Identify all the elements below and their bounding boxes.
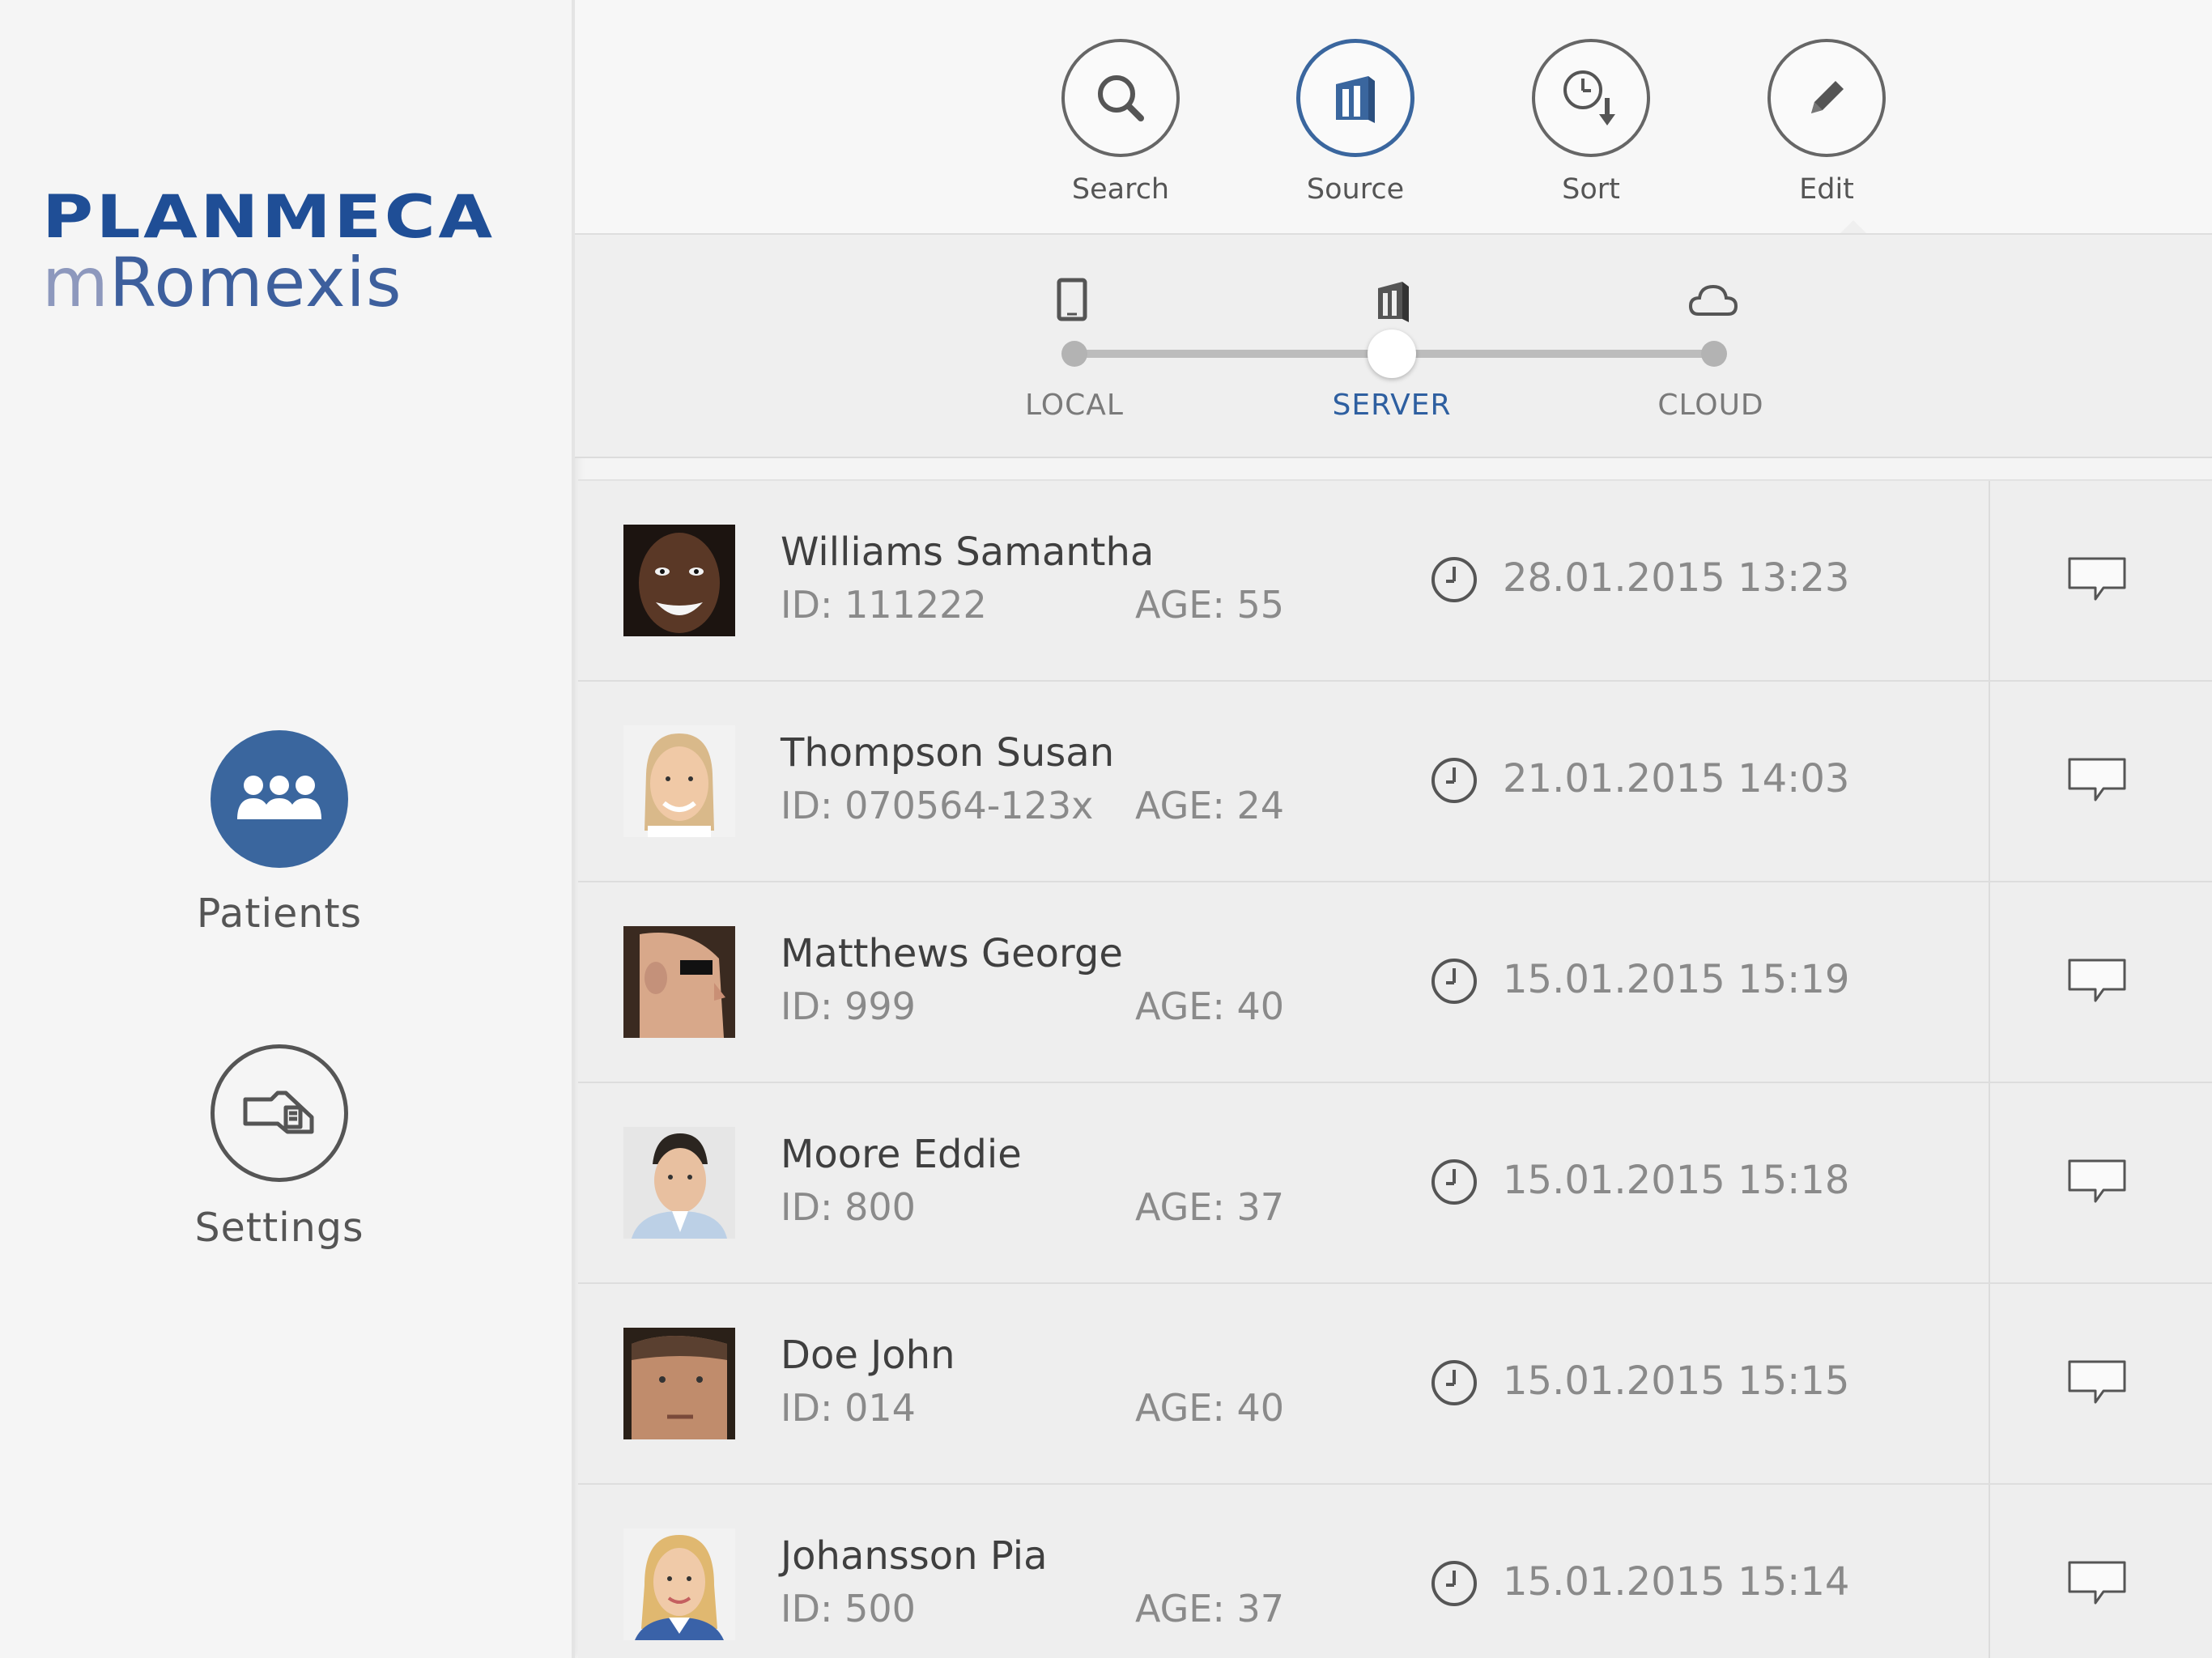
sort-button[interactable]: Sort xyxy=(1510,39,1672,206)
server-icon xyxy=(1375,277,1412,325)
logo-product-prefix: m xyxy=(42,243,109,322)
clock-icon xyxy=(1430,756,1478,808)
tool-label: Source xyxy=(1306,173,1405,206)
patient-name: Doe John xyxy=(781,1333,955,1378)
patient-id: ID: 800 xyxy=(781,1185,916,1229)
table-row[interactable]: Doe John ID: 014 AGE: 40 15.01.2015 15:1… xyxy=(578,1282,2212,1483)
sidebar-item-label: Patients xyxy=(196,891,363,937)
patient-age: AGE: 40 xyxy=(1135,1386,1285,1430)
table-row[interactable]: Williams Samantha ID: 111222 AGE: 55 28.… xyxy=(578,479,2212,680)
comment-icon[interactable] xyxy=(2066,1358,2128,1410)
source-option-cloud[interactable]: CLOUD xyxy=(1622,389,1800,422)
row-divider xyxy=(1989,882,1990,1082)
tool-label: Sort xyxy=(1562,173,1620,206)
table-row[interactable]: Thompson Susan ID: 070564-123x AGE: 24 2… xyxy=(578,680,2212,881)
source-slider-thumb[interactable] xyxy=(1368,329,1416,378)
avatar xyxy=(623,926,735,1038)
row-divider xyxy=(1989,1284,1990,1483)
patient-age: AGE: 40 xyxy=(1135,984,1285,1028)
patient-id: ID: 500 xyxy=(781,1587,916,1630)
row-divider xyxy=(1989,481,1990,680)
tool-label: Search xyxy=(1071,173,1170,206)
comment-icon[interactable] xyxy=(2066,1158,2128,1209)
logo-product: mRomexis xyxy=(42,249,426,317)
tablet-icon xyxy=(1056,277,1088,325)
app-window: PLANMECA mRomexis Patients Settings Sear… xyxy=(0,0,2212,1658)
row-divider xyxy=(1989,1083,1990,1282)
last-modified-date: 28.01.2015 13:23 xyxy=(1503,555,1850,601)
patient-id: ID: 111222 xyxy=(781,583,987,627)
row-divider xyxy=(1989,1485,1990,1658)
avatar xyxy=(623,1127,735,1239)
patient-list: Williams Samantha ID: 111222 AGE: 55 28.… xyxy=(578,479,2212,1658)
last-modified-date: 15.01.2015 15:18 xyxy=(1503,1158,1850,1203)
avatar xyxy=(623,725,735,837)
sidebar-item-label: Settings xyxy=(194,1205,364,1251)
planmeca-logo: PLANMECA mRomexis xyxy=(42,188,492,317)
tool-label: Edit xyxy=(1799,173,1854,206)
patient-name: Williams Samantha xyxy=(781,529,1155,575)
avatar xyxy=(623,525,735,636)
sort-clock-icon[interactable] xyxy=(1532,39,1650,157)
slider-stop-cloud[interactable] xyxy=(1701,341,1727,367)
slider-stop-local[interactable] xyxy=(1061,341,1087,367)
clock-icon xyxy=(1430,555,1478,607)
clock-icon xyxy=(1430,957,1478,1009)
sidebar-item-settings[interactable]: Settings xyxy=(0,1044,559,1251)
server-icon[interactable] xyxy=(1296,39,1414,157)
patient-age: AGE: 24 xyxy=(1135,784,1285,827)
sidebar: PLANMECA mRomexis Patients Settings xyxy=(0,0,575,1658)
source-option-local[interactable]: LOCAL xyxy=(985,389,1163,422)
clock-icon xyxy=(1430,1158,1478,1209)
source-button[interactable]: Source xyxy=(1274,39,1436,206)
patient-age: AGE: 37 xyxy=(1135,1185,1285,1229)
toolbar-pointer xyxy=(1840,220,1866,233)
patient-id: ID: 070564-123x xyxy=(781,784,1094,827)
table-row[interactable]: Matthews George ID: 999 AGE: 40 15.01.20… xyxy=(578,881,2212,1082)
last-modified-date: 15.01.2015 15:15 xyxy=(1503,1358,1850,1404)
patient-age: AGE: 37 xyxy=(1135,1587,1285,1630)
table-row[interactable]: Johansson Pia ID: 500 AGE: 37 15.01.2015… xyxy=(578,1483,2212,1658)
comment-icon[interactable] xyxy=(2066,957,2128,1009)
patient-name: Matthews George xyxy=(781,931,1123,976)
patients-icon[interactable] xyxy=(211,730,348,868)
pencil-icon[interactable] xyxy=(1767,39,1886,157)
logo-product-rest: Romexis xyxy=(108,243,402,322)
avatar xyxy=(623,1328,735,1439)
search-icon[interactable] xyxy=(1061,39,1180,157)
clock-icon xyxy=(1430,1358,1478,1410)
last-modified-date: 21.01.2015 14:03 xyxy=(1503,756,1850,801)
comment-icon[interactable] xyxy=(2066,1559,2128,1611)
logo-brand: PLANMECA xyxy=(42,183,496,252)
patient-name: Thompson Susan xyxy=(781,730,1115,776)
settings-icon[interactable] xyxy=(211,1044,348,1182)
row-divider xyxy=(1989,682,1990,881)
table-row[interactable]: Moore Eddie ID: 800 AGE: 37 15.01.2015 1… xyxy=(578,1082,2212,1282)
source-selector: LOCAL SERVER CLOUD xyxy=(575,235,2212,458)
patient-name: Johansson Pia xyxy=(781,1533,1048,1579)
cloud-icon xyxy=(1687,277,1739,325)
patient-id: ID: 014 xyxy=(781,1386,916,1430)
sidebar-item-patients[interactable]: Patients xyxy=(0,730,559,937)
clock-icon xyxy=(1430,1559,1478,1611)
last-modified-date: 15.01.2015 15:14 xyxy=(1503,1559,1850,1605)
source-option-server[interactable]: SERVER xyxy=(1303,389,1481,422)
edit-button[interactable]: Edit xyxy=(1746,39,1908,206)
comment-icon[interactable] xyxy=(2066,555,2128,607)
comment-icon[interactable] xyxy=(2066,756,2128,808)
patient-name: Moore Eddie xyxy=(781,1132,1022,1177)
avatar xyxy=(623,1528,735,1640)
patient-age: AGE: 55 xyxy=(1135,583,1285,627)
patient-id: ID: 999 xyxy=(781,984,916,1028)
last-modified-date: 15.01.2015 15:19 xyxy=(1503,957,1850,1002)
search-button[interactable]: Search xyxy=(1040,39,1202,206)
toolbar: Search Source Sort Edit xyxy=(575,0,2212,235)
